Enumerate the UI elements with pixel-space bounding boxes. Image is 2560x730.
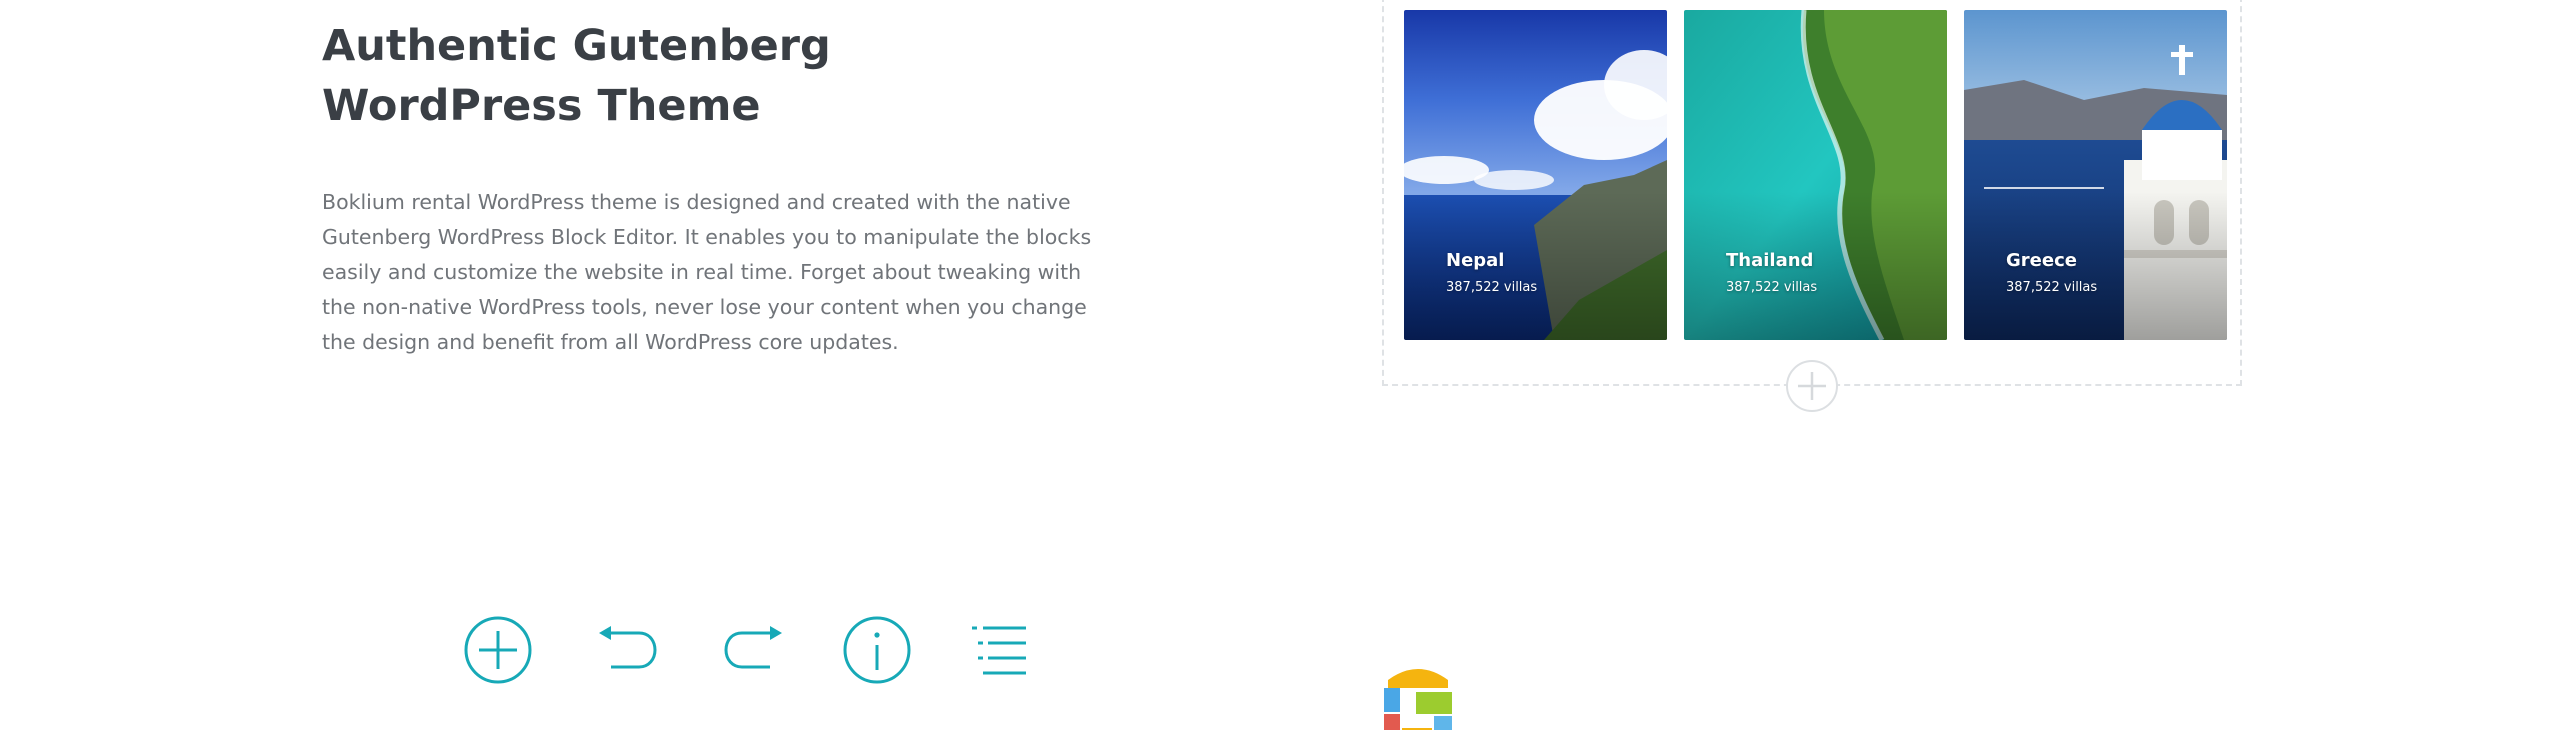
description-line: the design and benefit from all WordPres…: [322, 330, 899, 354]
description-line: the non-native WordPress tools, never lo…: [322, 295, 1087, 319]
undo-button[interactable]: [593, 615, 663, 685]
destination-card-greece[interactable]: Greece 387,522 villas: [1964, 10, 2227, 340]
card-title: Thailand: [1726, 250, 1814, 271]
card-subtitle: 387,522 villas: [1726, 280, 1818, 295]
editor-canvas: Authentic Gutenberg WordPress Theme Bokl…: [0, 0, 2560, 730]
boxes-logo-icon: [1384, 669, 1452, 730]
add-block-icon: [464, 616, 532, 684]
description-paragraph[interactable]: Boklium rental WordPress theme is design…: [322, 185, 1092, 360]
card-title: Nepal: [1446, 250, 1505, 271]
outline-icon: [972, 626, 1026, 675]
destination-card-nepal[interactable]: Nepal 387,522 villas: [1404, 10, 1667, 340]
description-line: easily and customize the website in real…: [322, 260, 1082, 284]
add-block-inline-button[interactable]: [1786, 360, 1838, 412]
outline-button[interactable]: [968, 615, 1038, 685]
undo-icon: [599, 626, 657, 669]
redo-icon: [724, 626, 782, 669]
add-block-button[interactable]: [463, 615, 533, 685]
card-subtitle: 387,522 villas: [2006, 280, 2098, 295]
app-logo: [1380, 658, 1458, 730]
info-button[interactable]: [842, 615, 912, 685]
redo-button[interactable]: [718, 615, 788, 685]
destination-card-thailand[interactable]: Thailand 387,522 villas: [1684, 10, 1947, 340]
gallery-block[interactable]: Nepal 387,522 villas Thailand 387,522 vi…: [1382, 0, 2242, 386]
card-subtitle: 387,522 villas: [1446, 280, 1538, 295]
title-line-2: WordPress Theme: [322, 81, 761, 131]
info-icon: [843, 616, 911, 684]
plus-circle-icon: [1798, 372, 1826, 400]
description-line: Gutenberg WordPress Block Editor. It ena…: [322, 225, 1092, 249]
title-line-1: Authentic Gutenberg: [322, 21, 831, 71]
card-title: Greece: [2006, 250, 2077, 271]
description-line: Boklium rental WordPress theme is design…: [322, 190, 1071, 214]
page-title[interactable]: Authentic Gutenberg WordPress Theme: [322, 16, 1082, 136]
